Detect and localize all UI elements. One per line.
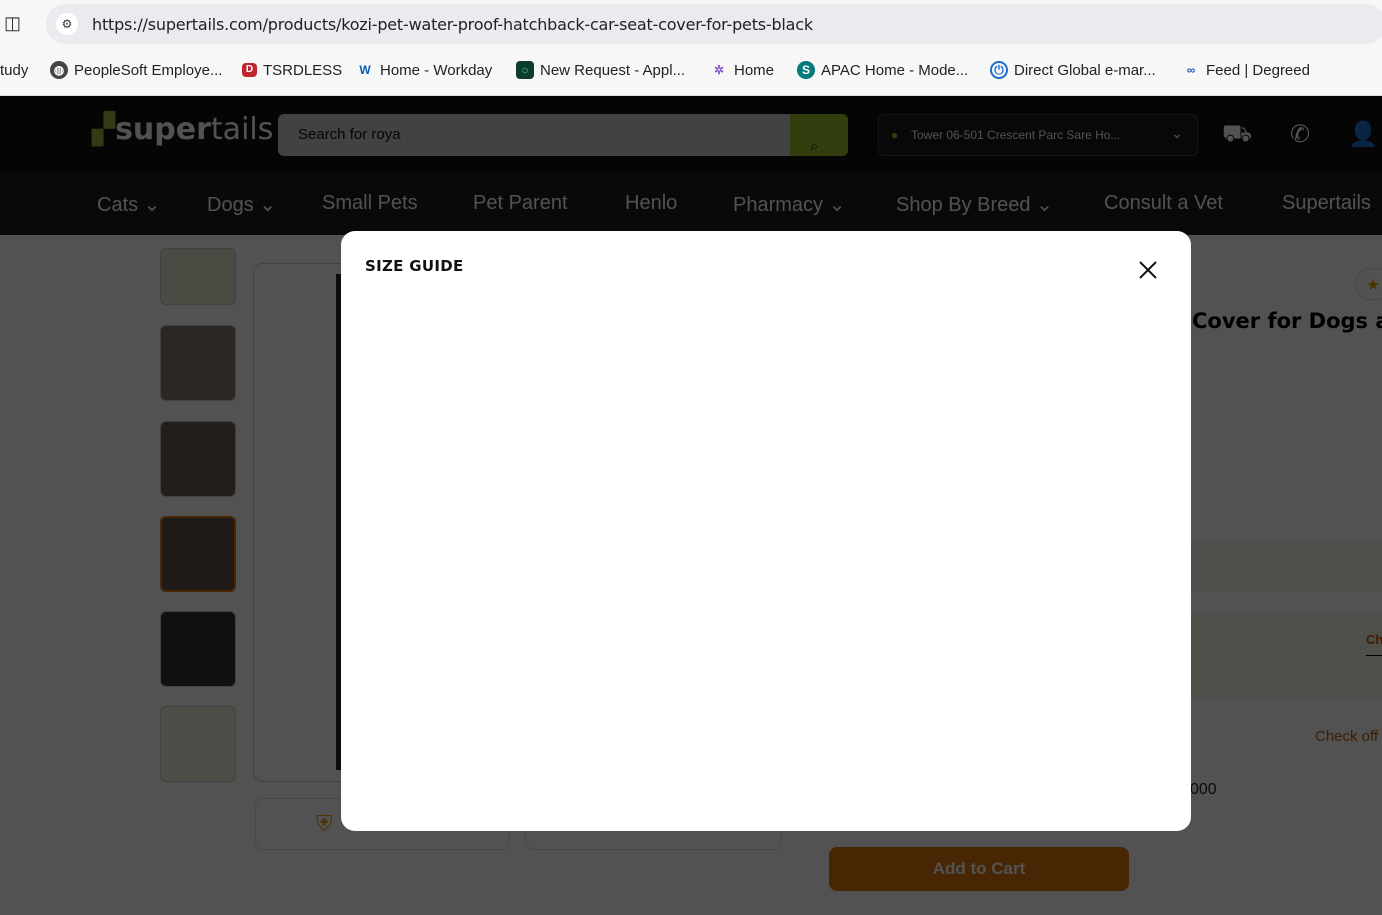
product-thumbnail[interactable] — [160, 706, 236, 782]
bookmark-workday[interactable]: W Home - Workday — [356, 58, 492, 82]
nav-henlo[interactable]: Henlo — [625, 192, 677, 215]
logo-text: tails — [210, 112, 274, 147]
nav-small-pets[interactable]: Small Pets — [322, 192, 418, 215]
close-icon — [1139, 261, 1157, 279]
shield-check-icon: ⛨ — [316, 811, 333, 836]
delivery-truck-icon[interactable]: ⛟ — [1222, 120, 1252, 150]
logo-text: super — [115, 112, 211, 147]
glasses-icon: ∞ — [1186, 63, 1196, 77]
phone-icon[interactable]: ✆ — [1290, 120, 1310, 149]
workday-icon: W — [359, 63, 371, 77]
product-thumbnail[interactable] — [160, 325, 236, 401]
nav-consult-a-vet[interactable]: Consult a Vet — [1104, 192, 1223, 215]
nav-cats[interactable]: Cats ⌄ — [97, 192, 160, 217]
bookmark-home[interactable]: ✲ Home — [710, 58, 774, 82]
nav-shop-by-breed[interactable]: Shop By Breed ⌄ — [896, 192, 1053, 217]
pincode-text: 000 — [1190, 781, 1217, 798]
nav-pet-parent[interactable]: Pet Parent — [473, 192, 568, 215]
nav-dogs[interactable]: Dogs ⌄ — [207, 192, 276, 217]
bookmark-label: APAC Home - Mode... — [821, 61, 969, 79]
product-thumbnail[interactable] — [160, 248, 236, 305]
bookmark-label: Feed | Degreed — [1206, 61, 1310, 79]
product-thumbnail[interactable] — [160, 611, 236, 687]
site-settings-icon[interactable]: ⚙ — [56, 13, 78, 35]
bookmark-degreed[interactable]: ∞ Feed | Degreed — [1182, 58, 1310, 82]
bookmark-apac-home[interactable]: S APAC Home - Mode... — [797, 58, 968, 82]
close-button[interactable] — [1137, 259, 1159, 281]
search-input[interactable]: Search for roya ⌕ — [278, 114, 848, 156]
bookmark-label: PeopleSoft Employe... — [74, 61, 223, 79]
address-bar[interactable]: ⚙ https://supertails.com/products/kozi-p… — [46, 4, 1382, 44]
location-pin-icon: ● — [891, 128, 899, 142]
sidebar-toggle-icon[interactable]: ◫ — [4, 13, 24, 35]
rating-badge: ★ — [1355, 268, 1382, 300]
supertails-logo[interactable]: ▞supertails — [92, 112, 273, 147]
power-icon: ⏻ — [990, 61, 1008, 79]
user-icon[interactable]: 👤 — [1348, 120, 1378, 149]
bookmark-direct-global[interactable]: ⏻ Direct Global e-mar... — [990, 58, 1156, 82]
add-to-cart-button[interactable]: Add to Cart — [829, 847, 1129, 891]
globe-icon: ◍ — [50, 61, 68, 79]
product-thumbnail[interactable] — [160, 421, 236, 497]
sharepoint-icon: S — [797, 61, 815, 79]
chevron-down-icon: ⌄ — [1171, 125, 1183, 141]
bookmark-study[interactable]: tudy — [0, 58, 28, 82]
location-selector[interactable]: ● Tower 06-501 Crescent Parc Sare Ho... … — [878, 114, 1198, 156]
offer-band — [1190, 542, 1382, 590]
check-offers-link[interactable]: Check off — [1315, 728, 1378, 745]
bookmark-label: TSRDLESS — [263, 61, 343, 79]
star-icon: ★ — [1366, 277, 1381, 294]
site-header: ▞supertails Search for roya ⌕ ● Tower 06… — [0, 96, 1382, 174]
bookmark-label: tudy — [0, 61, 29, 79]
dog-logo-icon: ▞ — [92, 112, 116, 147]
search-button[interactable]: ⌕ — [790, 114, 848, 156]
bookmark-tsrdless[interactable]: D TSRDLESS — [242, 58, 342, 82]
bookmark-label: Direct Global e-mar... — [1014, 61, 1156, 79]
offer-band — [1190, 614, 1382, 698]
bookmark-label: Home - Workday — [380, 61, 493, 79]
app-icon: ○ — [516, 61, 534, 79]
check-link[interactable]: Ch — [1366, 632, 1382, 656]
nav-supertails[interactable]: Supertails — [1282, 192, 1371, 215]
bookmark-peoplesoft[interactable]: ◍ PeopleSoft Employe... — [50, 58, 222, 82]
d-icon: D — [242, 63, 257, 77]
browser-chrome: ◫ ⚙ https://supertails.com/products/kozi… — [0, 0, 1382, 96]
product-thumbnail-selected[interactable] — [160, 516, 236, 592]
search-icon: ⌕ — [810, 138, 819, 155]
search-placeholder: Search for roya — [298, 126, 401, 143]
category-nav: Cats ⌄ Dogs ⌄ Small Pets Pet Parent Henl… — [0, 174, 1382, 235]
location-text: Tower 06-501 Crescent Parc Sare Ho... — [911, 128, 1121, 142]
modal-title: SIZE GUIDE — [365, 257, 464, 275]
size-guide-modal: SIZE GUIDE — [341, 231, 1191, 831]
bookmark-label: New Request - Appl... — [540, 61, 686, 79]
bookmark-new-request[interactable]: ○ New Request - Appl... — [516, 58, 685, 82]
url-text[interactable]: https://supertails.com/products/kozi-pet… — [92, 15, 813, 34]
nav-pharmacy[interactable]: Pharmacy ⌄ — [733, 192, 845, 217]
product-title: Cover for Dogs and — [1192, 309, 1382, 333]
bookmark-label: Home — [734, 61, 775, 79]
dots-icon: ✲ — [713, 63, 725, 77]
